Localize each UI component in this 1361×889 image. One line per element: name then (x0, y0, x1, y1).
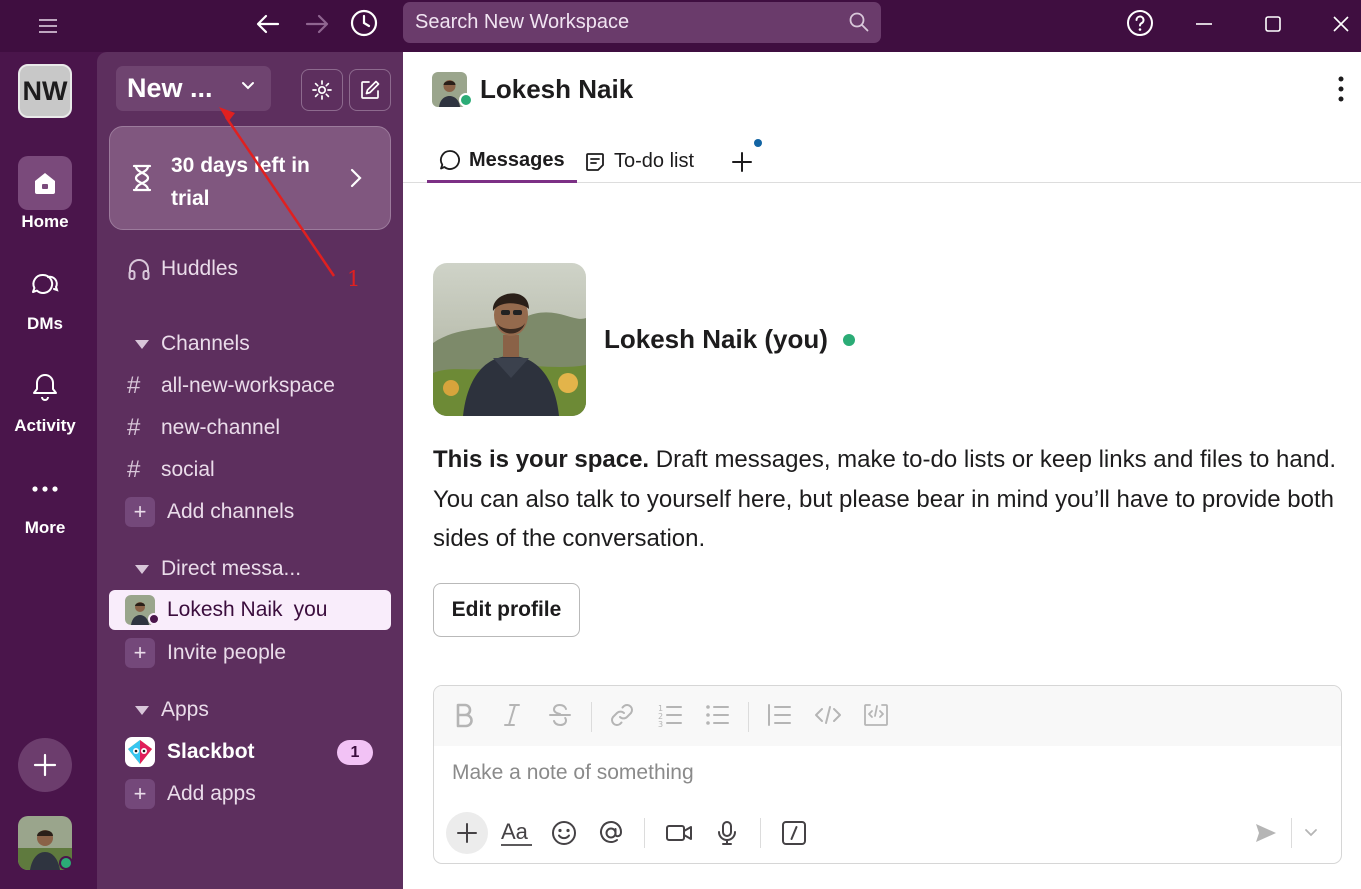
annotation-number: 1 (347, 267, 361, 291)
annotation-arrow (219, 107, 336, 277)
